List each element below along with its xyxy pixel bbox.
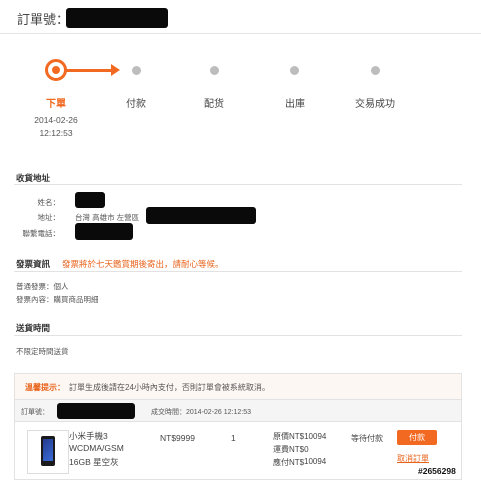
section-divider bbox=[14, 271, 462, 272]
watermark-id: #2656298 bbox=[418, 466, 456, 476]
step-dot-icon bbox=[290, 66, 299, 75]
product-thumbnail[interactable] bbox=[27, 430, 69, 474]
phone-label: 聯繫電話： bbox=[22, 229, 61, 238]
redacted-name bbox=[75, 192, 105, 208]
name-label: 姓名： bbox=[37, 198, 61, 207]
order-header: 訂單號：5 bbox=[0, 0, 481, 34]
redacted-order-number bbox=[66, 8, 168, 28]
delivery-section-title: 送貨時間 bbox=[16, 323, 51, 333]
order-row-header: 訂單號： 成交時間：2014-02-26 12:12:53 bbox=[15, 400, 461, 422]
notice-text: 訂單生成後請在24小時內支付，否則訂單會被系統取消。 bbox=[69, 383, 270, 392]
progress-arrow-line bbox=[66, 69, 112, 72]
invoice-section-title: 發票資訊 bbox=[16, 259, 51, 269]
step-current-icon bbox=[45, 59, 67, 81]
order-no-label: 訂單號： bbox=[21, 409, 49, 416]
section-divider bbox=[14, 335, 462, 336]
cancel-order-link[interactable]: 取消訂單 bbox=[397, 453, 429, 464]
order-summary: 溫馨提示： 訂單生成後請在24小時內支付，否則訂單會被系統取消。 訂單號： 成交… bbox=[14, 373, 462, 480]
notice-prefix: 溫馨提示： bbox=[25, 383, 65, 392]
step-order-date: 2014-02-26 bbox=[34, 115, 78, 125]
original-price: 原價NT$10094 bbox=[273, 432, 327, 441]
step-order-time: 12:12:53 bbox=[39, 128, 73, 138]
step-dot-icon bbox=[210, 66, 219, 75]
payment-notice: 溫馨提示： 訂單生成後請在24小時內支付，否則訂單會被系統取消。 bbox=[15, 374, 461, 400]
product-name-line1[interactable]: 小米手機3 bbox=[69, 430, 108, 442]
order-created-time: 成交時間：2014-02-26 12:12:53 bbox=[151, 409, 251, 416]
amount-due-label: 應付NT$ bbox=[273, 458, 305, 467]
step-label-shipped: 出庫 bbox=[285, 99, 305, 110]
invoice-content: 發票內容：購買商品明細 bbox=[16, 295, 99, 304]
section-divider bbox=[14, 184, 462, 185]
step-label-complete: 交易成功 bbox=[355, 99, 395, 110]
product-name-line2[interactable]: WCDMA/GSM bbox=[69, 443, 124, 453]
address-label: 地址： bbox=[37, 213, 61, 222]
amount-due-value: 10094 bbox=[304, 457, 327, 466]
pay-button[interactable]: 付款 bbox=[397, 430, 437, 445]
step-label-order: 下單 bbox=[46, 99, 66, 110]
delivery-value: 不限定時間送貨 bbox=[16, 347, 69, 356]
step-label-payment: 付款 bbox=[126, 99, 146, 110]
phone-image-icon bbox=[41, 436, 55, 466]
order-progress: 下單 付款 配货 出庫 交易成功 2014-02-26 12:12:53 bbox=[0, 52, 481, 142]
invoice-notice: 發票將於七天鑑賞期後寄出，請耐心等候。 bbox=[62, 259, 224, 269]
order-status: 等待付款 bbox=[351, 434, 383, 443]
product-name-line3[interactable]: 16GB 星空灰 bbox=[69, 456, 119, 468]
invoice-type: 普通發票：個人 bbox=[16, 282, 69, 291]
quantity: 1 bbox=[231, 433, 236, 443]
step-dot-icon bbox=[132, 66, 141, 75]
unit-price: NT$9999 bbox=[160, 433, 195, 443]
redacted-order-no bbox=[57, 403, 135, 419]
address-value: 台灣 高雄市 左營區 bbox=[75, 213, 140, 222]
progress-arrow-icon bbox=[111, 64, 120, 76]
step-label-packing: 配货 bbox=[204, 99, 224, 110]
redacted-phone bbox=[75, 223, 133, 240]
step-dot-icon bbox=[371, 66, 380, 75]
shipping-section-title: 收貨地址 bbox=[16, 173, 51, 183]
redacted-address bbox=[146, 207, 256, 224]
shipping-fee: 運費NT$0 bbox=[273, 445, 309, 454]
